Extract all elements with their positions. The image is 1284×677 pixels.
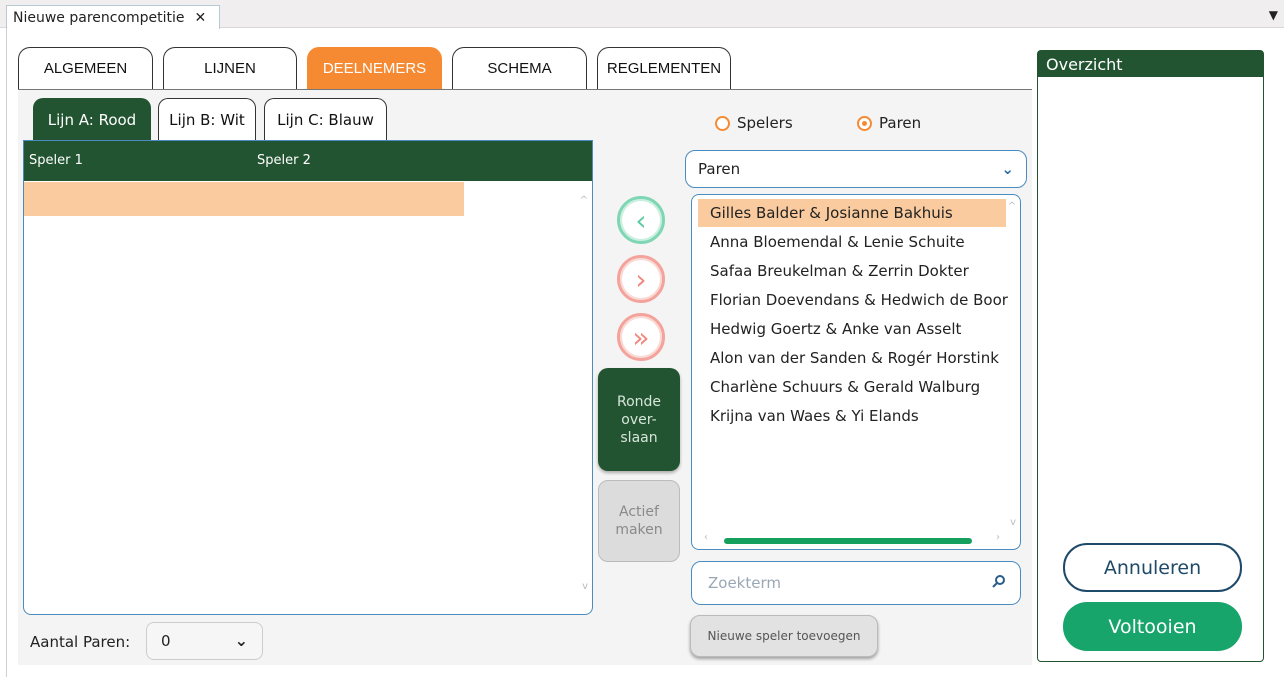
chevron-down-icon: ⌄ [1001,160,1014,178]
chevron-down-icon: ⌄ [234,631,248,650]
radio-paren[interactable]: Paren [857,114,921,132]
move-all-forward-button[interactable]: » [617,313,665,361]
subtab-lijn-c[interactable]: Lijn C: Blauw [264,98,387,140]
ronde-overslaan-button[interactable]: Ronde over- slaan [598,368,680,471]
radio-paren-dot [857,115,872,131]
scroll-up-icon[interactable]: ^ [1008,201,1016,212]
aantal-paren-select[interactable]: 0 ⌄ [146,622,263,660]
subtab-lijn-b[interactable]: Lijn B: Wit [158,98,256,140]
radio-spelers[interactable]: Spelers [715,114,793,132]
move-forward-button[interactable]: › [617,255,665,303]
chevron-left-icon: ‹ [635,203,647,237]
cancel-button[interactable]: Annuleren [1063,543,1242,592]
actief-maken-button[interactable]: Actief maken [598,480,680,562]
column-speler-2: Speler 2 [257,153,311,168]
tab-menu-icon[interactable]: ▼ [1269,8,1278,22]
paren-select-value: Paren [698,160,741,178]
scroll-left-icon[interactable]: ‹ [704,532,708,543]
tab-algemeen[interactable]: ALGEMEEN [18,47,153,89]
radio-spelers-dot [715,115,730,131]
scroll-right-icon[interactable]: › [996,532,1000,543]
complete-button[interactable]: Voltooien [1063,602,1242,651]
tab-schema[interactable]: SCHEMA [452,47,587,89]
tab-reglementen[interactable]: REGLEMENTEN [597,47,731,89]
overview-title: Overzicht [1038,51,1263,77]
horizontal-scrollbar[interactable]: ‹ › [702,532,1002,544]
document-tab-title: Nieuwe parencompetitie [13,9,185,26]
aantal-paren-value: 0 [161,632,171,650]
subtab-lijn-a[interactable]: Lijn A: Rood [33,98,151,140]
list-item[interactable]: Gilles Balder & Josianne Bakhuis [698,199,1006,227]
radio-paren-label: Paren [879,114,922,132]
paren-select[interactable]: Paren ⌄ [685,150,1027,188]
list-item[interactable]: Charlène Schuurs & Gerald Walburg [698,373,980,401]
column-speler-1: Speler 1 [29,153,83,168]
document-tab[interactable]: Nieuwe parencompetitie ✕ [6,5,220,29]
ronde-overslaan-label: Ronde over- slaan [616,393,662,446]
list-item[interactable]: Anna Bloemendal & Lenie Schuite [698,228,965,256]
list-item[interactable]: Hedwig Goertz & Anke van Asselt [698,315,961,343]
scroll-down-icon[interactable]: v [1010,517,1016,528]
tab-deelnemers[interactable]: DEELNEMERS [307,47,442,89]
tab-lijnen[interactable]: LIJNEN [163,47,297,89]
aantal-paren-label: Aantal Paren: [30,633,131,651]
scroll-down-icon[interactable]: v [582,581,588,592]
search-placeholder: Zoekterm [708,574,781,592]
scrollbar-thumb[interactable] [724,538,972,544]
search-icon[interactable] [992,574,1006,592]
table-row[interactable] [24,182,464,216]
participants-table: Speler 1 Speler 2 ^ v [23,140,593,615]
document-tab-strip: Nieuwe parencompetitie ✕ ▼ [0,0,1284,29]
list-item[interactable]: Krijna van Waes & Yi Elands [698,402,919,430]
close-icon[interactable]: ✕ [195,10,207,26]
chevron-right-icon: › [635,262,647,296]
search-field[interactable]: Zoekterm [691,561,1021,605]
list-item[interactable]: Safaa Breukelman & Zerrin Dokter [698,257,969,285]
tab-baseline [18,89,1032,90]
list-item[interactable]: Florian Doevendans & Hedwich de Boor [698,286,1008,314]
list-item[interactable]: Alon van der Sanden & Rogér Horstink [698,344,999,372]
move-back-button[interactable]: ‹ [617,196,665,244]
double-chevron-right-icon: » [632,320,650,354]
actief-maken-label: Actief maken [615,504,663,538]
table-header: Speler 1 Speler 2 [24,141,592,181]
scroll-up-icon[interactable]: ^ [580,195,588,206]
radio-spelers-label: Spelers [737,114,793,132]
add-player-button[interactable]: Nieuwe speler toevoegen [690,615,878,657]
pair-list[interactable]: Gilles Balder & Josianne Bakhuis Anna Bl… [691,194,1021,550]
